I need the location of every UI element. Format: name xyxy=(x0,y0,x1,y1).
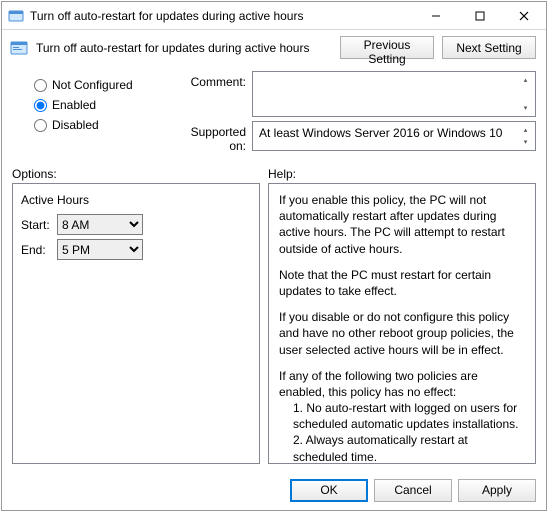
minimize-button[interactable] xyxy=(414,2,458,30)
policy-icon xyxy=(10,39,28,57)
active-hours-title: Active Hours xyxy=(21,192,251,208)
ok-button[interactable]: OK xyxy=(290,479,368,502)
split-panes: Options: Active Hours Start: 12 AM1 AM2 … xyxy=(2,163,546,470)
radio-not-configured-label: Not Configured xyxy=(52,78,133,92)
help-pane: Help: If you enable this policy, the PC … xyxy=(268,165,536,464)
radio-disabled-input[interactable] xyxy=(34,119,47,132)
supported-on-value: At least Windows Server 2016 or Windows … xyxy=(259,126,502,140)
maximize-button[interactable] xyxy=(458,2,502,30)
end-label: End: xyxy=(21,242,57,258)
configuration-area: Not Configured Enabled Disabled Comment:… xyxy=(2,69,546,163)
end-select[interactable]: 12 AM1 AM2 AM3 AM4 AM5 AM6 AM7 AM8 AM9 A… xyxy=(57,239,143,260)
radio-enabled[interactable]: Enabled xyxy=(12,95,164,115)
next-setting-button[interactable]: Next Setting xyxy=(442,36,536,59)
previous-setting-button[interactable]: Previous Setting xyxy=(340,36,434,59)
start-label: Start: xyxy=(21,217,57,233)
supported-on-label: Supported on: xyxy=(172,121,252,153)
policy-editor-window: Turn off auto-restart for updates during… xyxy=(1,1,547,511)
help-p4b: 2. Always automatically restart at sched… xyxy=(279,432,525,464)
help-p3: If you disable or do not configure this … xyxy=(279,309,525,358)
help-p1: If you enable this policy, the PC will n… xyxy=(279,192,525,257)
help-heading: Help: xyxy=(268,165,536,183)
options-box: Active Hours Start: 12 AM1 AM2 AM3 AM4 A… xyxy=(12,183,260,464)
radio-disabled[interactable]: Disabled xyxy=(12,115,164,135)
comment-spin-down[interactable]: ▾ xyxy=(518,102,533,114)
state-radio-group: Not Configured Enabled Disabled xyxy=(12,71,164,157)
comment-label: Comment: xyxy=(172,71,252,89)
close-button[interactable] xyxy=(502,2,546,30)
help-p2: Note that the PC must restart for certai… xyxy=(279,267,525,299)
supported-spin: ▴ ▾ xyxy=(518,124,533,148)
window-title: Turn off auto-restart for updates during… xyxy=(30,9,414,23)
header-row: Turn off auto-restart for updates during… xyxy=(2,30,546,69)
comment-spin-up[interactable]: ▴ xyxy=(518,74,533,86)
help-p4: If any of the following two policies are… xyxy=(279,368,525,400)
apply-button[interactable]: Apply xyxy=(458,479,536,502)
start-select[interactable]: 12 AM1 AM2 AM3 AM4 AM5 AM6 AM7 AM8 AM9 A… xyxy=(57,214,143,235)
radio-not-configured-input[interactable] xyxy=(34,79,47,92)
supported-on-box: At least Windows Server 2016 or Windows … xyxy=(252,121,536,151)
supported-spin-up[interactable]: ▴ xyxy=(518,124,533,136)
dialog-footer: OK Cancel Apply xyxy=(2,470,546,510)
radio-enabled-input[interactable] xyxy=(34,99,47,112)
radio-enabled-label: Enabled xyxy=(52,98,96,112)
policy-title: Turn off auto-restart for updates during… xyxy=(36,41,332,55)
help-box: If you enable this policy, the PC will n… xyxy=(268,183,536,464)
options-pane: Options: Active Hours Start: 12 AM1 AM2 … xyxy=(12,165,260,464)
radio-not-configured[interactable]: Not Configured xyxy=(12,75,164,95)
comment-spin: ▴ ▾ xyxy=(518,74,533,114)
supported-spin-down[interactable]: ▾ xyxy=(518,136,533,148)
titlebar: Turn off auto-restart for updates during… xyxy=(2,2,546,30)
comment-textarea[interactable]: ▴ ▾ xyxy=(252,71,536,117)
help-p4a: 1. No auto-restart with logged on users … xyxy=(279,400,525,432)
cancel-button[interactable]: Cancel xyxy=(374,479,452,502)
radio-disabled-label: Disabled xyxy=(52,118,99,132)
app-icon xyxy=(8,8,24,24)
fields-column: Comment: ▴ ▾ Supported on: At least Wind… xyxy=(172,71,536,157)
options-heading: Options: xyxy=(12,165,260,183)
